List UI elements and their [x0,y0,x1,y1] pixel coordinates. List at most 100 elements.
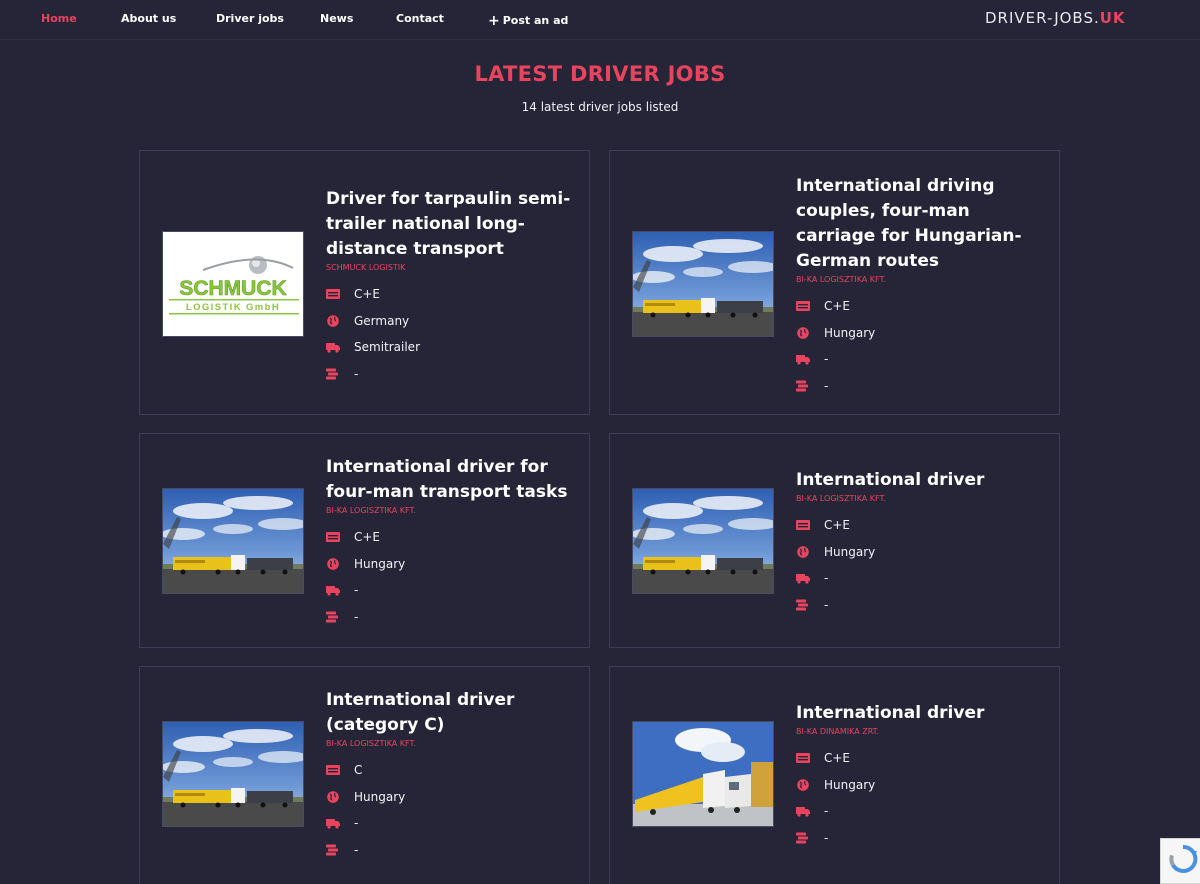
license-value: C+E [824,518,851,533]
vehicle-row: - [326,577,576,604]
job-image[interactable] [162,488,304,594]
salary-row: - [796,825,1046,852]
truck-photo [163,489,304,594]
nav-post-ad-button[interactable]: + Post an ad [488,12,569,29]
license-row: C+E [796,293,1046,320]
license-card-icon [326,531,340,543]
truck-icon [326,817,340,829]
money-stack-icon [796,832,810,844]
company-logo-image[interactable]: SCHMUCK LOGISTIK GmbH [162,231,304,337]
money-stack-icon [326,844,340,856]
license-card-icon [796,752,810,764]
brand-tld: UK [1099,9,1126,27]
truck-photo [633,232,774,337]
vehicle-row: - [796,798,1046,825]
country-value: Germany [354,313,410,328]
schmuck-logo: SCHMUCK LOGISTIK GmbH [163,232,303,336]
license-row: C+E [326,281,576,308]
company-name[interactable]: BI-KA LOGISZTIKA KFT. [326,739,576,748]
recaptcha-badge[interactable] [1160,838,1200,884]
logo-line2: LOGISTIK GmbH [186,302,280,313]
country-row: Germany [326,308,576,335]
globe-icon [326,558,340,570]
job-title[interactable]: International driver [796,468,1046,493]
job-card[interactable]: International driving couples, four-man … [609,150,1060,415]
money-stack-icon [326,368,340,380]
license-card-icon [796,519,810,531]
company-name[interactable]: BI-KA LOGISZTIKA KFT. [796,275,1046,284]
vehicle-value: - [824,804,829,819]
vehicle-row: - [796,346,1046,373]
job-title[interactable]: International driver (category C) [326,688,576,738]
nav-home[interactable]: Home [41,12,77,25]
license-card-icon [326,764,340,776]
job-card[interactable]: International driver for four-man transp… [139,433,590,648]
country-row: Hungary [796,320,1046,347]
nav-news[interactable]: News [320,12,353,25]
company-name[interactable]: BI-KA LOGISZTIKA KFT. [326,506,576,515]
salary-row: - [326,604,576,631]
license-card-icon [796,300,810,312]
job-card[interactable]: International driver BI-KA DINAMIKA ZRT.… [609,666,1060,884]
nav-contact[interactable]: Contact [396,12,444,25]
job-title[interactable]: International driver for four-man transp… [326,455,576,505]
globe-icon [796,779,810,791]
country-row: Hungary [326,551,576,578]
company-name[interactable]: BI-KA DINAMIKA ZRT. [796,727,1046,736]
logo-line1: SCHMUCK [179,277,286,300]
salary-value: - [354,842,359,857]
license-value: C+E [824,751,851,766]
vehicle-row: - [326,810,576,837]
vehicle-value: - [354,583,359,598]
salary-row: - [326,361,576,388]
license-row: C+E [796,745,1046,772]
truck-icon [796,805,810,817]
truck-photo [163,722,304,827]
job-image[interactable] [632,721,774,827]
salary-value: - [824,830,829,845]
job-image[interactable] [162,721,304,827]
page-title: LATEST DRIVER JOBS [474,62,726,86]
fleet-photo [633,722,774,827]
country-value: Hungary [824,544,876,559]
license-value: C+E [354,530,381,545]
country-row: Hungary [326,784,576,811]
truck-icon [326,341,340,353]
top-navigation: Home About us Driver jobs News Contact +… [0,0,1200,40]
money-stack-icon [796,599,810,611]
job-title[interactable]: International driver [796,701,1046,726]
license-row: C+E [796,512,1046,539]
salary-row: - [326,837,576,864]
plus-icon: + [488,13,500,29]
salary-row: - [796,373,1046,400]
license-value: C+E [354,287,381,302]
company-name[interactable]: SCHMUCK LOGISTIK [326,263,576,272]
truck-icon [796,572,810,584]
job-image[interactable] [632,231,774,337]
job-title[interactable]: Driver for tarpaulin semi-trailer nation… [326,187,576,262]
post-ad-label: Post an ad [502,14,569,27]
company-name[interactable]: BI-KA LOGISZTIKA KFT. [796,494,1046,503]
truck-icon [796,353,810,365]
salary-value: - [824,378,829,393]
vehicle-value: - [354,816,359,831]
globe-icon [796,327,810,339]
job-card[interactable]: International driver BI-KA LOGISZTIKA KF… [609,433,1060,648]
job-title[interactable]: International driving couples, four-man … [796,174,1046,274]
country-value: Hungary [824,325,876,340]
money-stack-icon [326,611,340,623]
license-row: C+E [326,524,576,551]
job-image[interactable] [632,488,774,594]
nav-driver-jobs[interactable]: Driver jobs [216,12,284,25]
license-value: C [354,763,363,778]
vehicle-value: - [824,571,829,586]
country-row: Hungary [796,539,1046,566]
job-card[interactable]: International driver (category C) BI-KA … [139,666,590,884]
salary-value: - [354,366,359,381]
license-row: C [326,757,576,784]
site-logo[interactable]: DRIVER-JOBS.UK [985,9,1126,27]
nav-about-us[interactable]: About us [121,12,176,25]
job-card[interactable]: SCHMUCK LOGISTIK GmbH Driver for tarpaul… [139,150,590,415]
salary-value: - [354,609,359,624]
license-value: C+E [824,299,851,314]
